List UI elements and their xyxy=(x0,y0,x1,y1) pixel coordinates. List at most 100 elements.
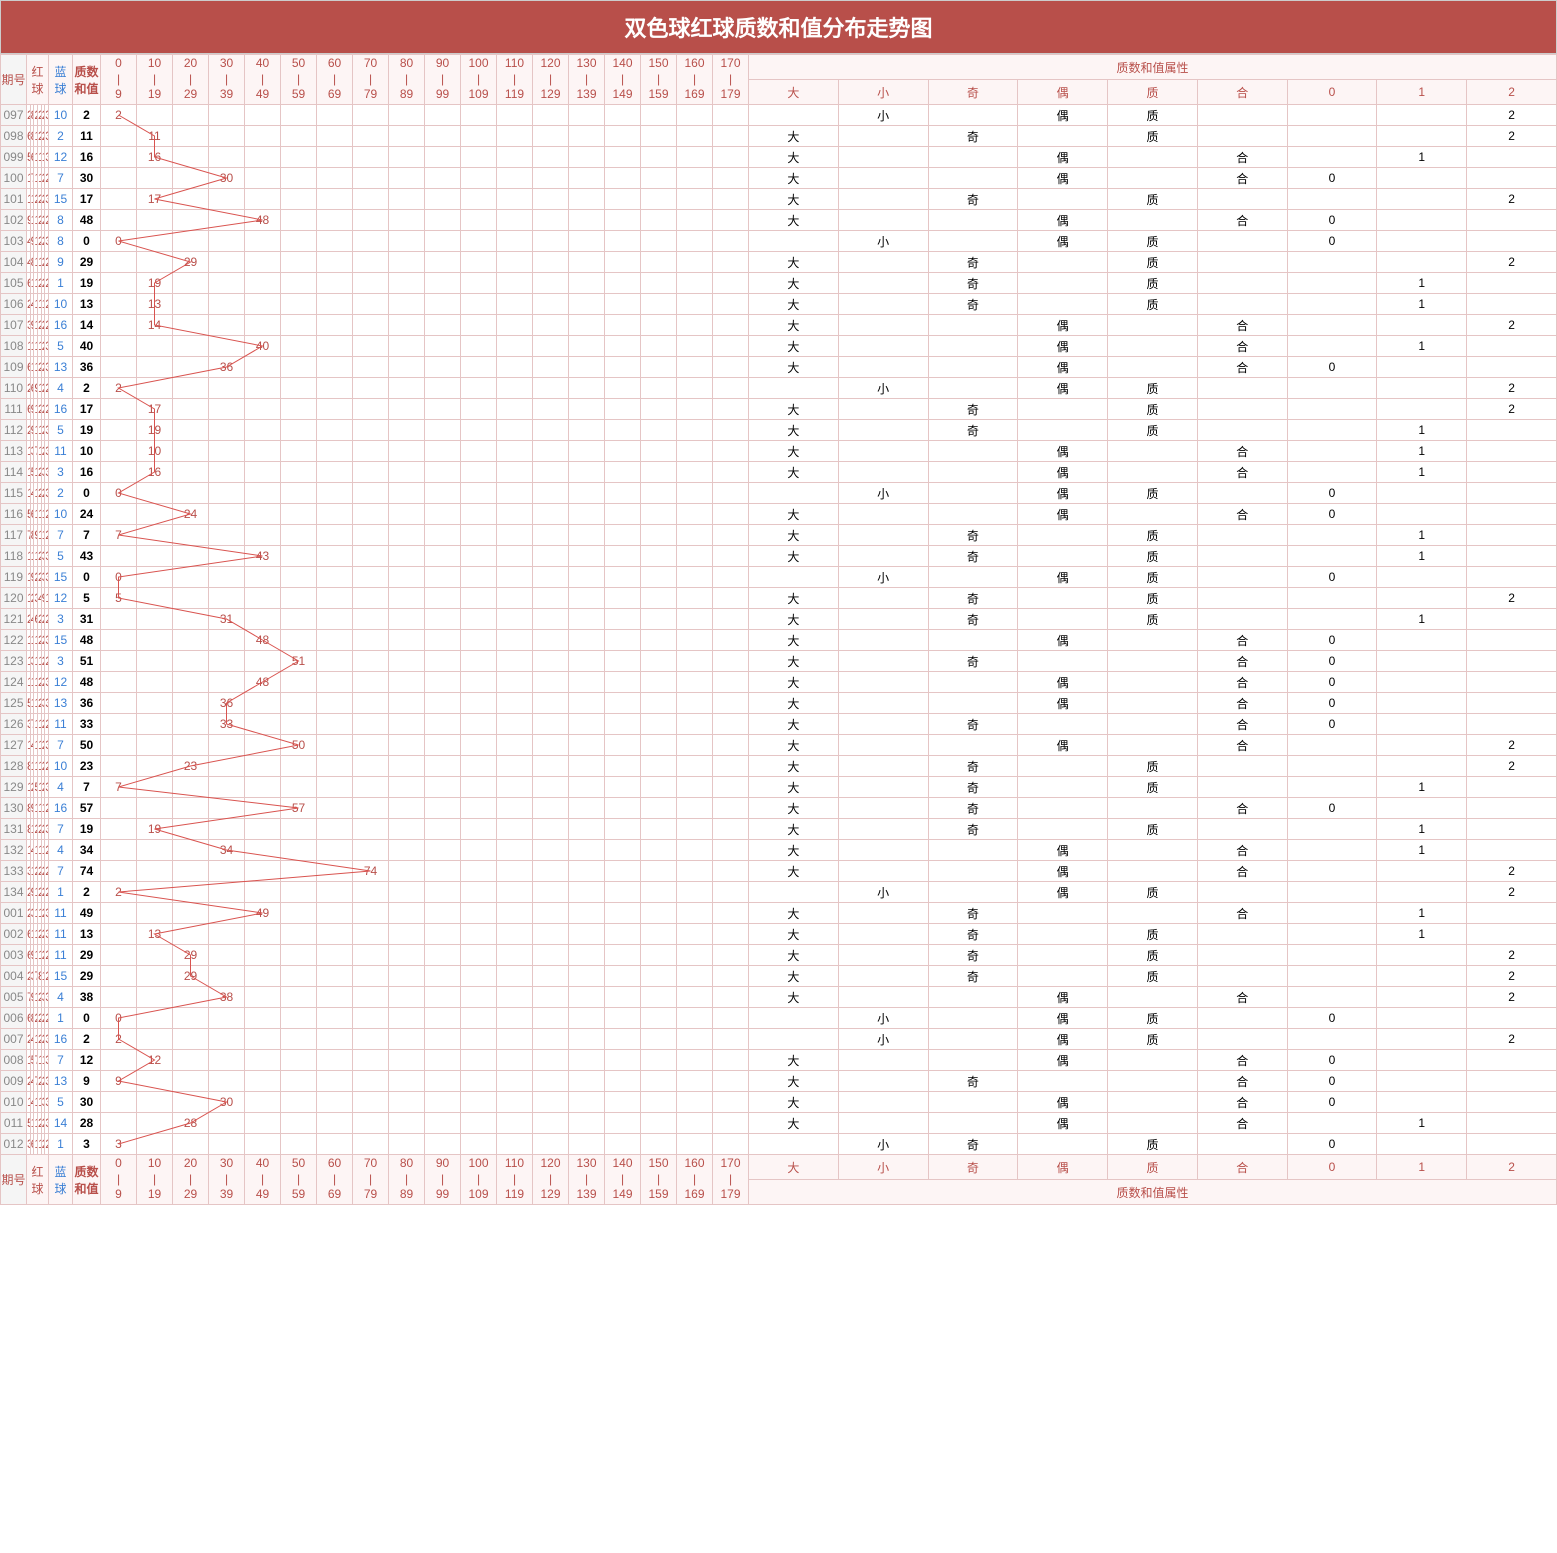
cell-bucket xyxy=(569,819,605,840)
cell-sum: 7 xyxy=(73,525,101,546)
cell-bucket: 9 xyxy=(101,1071,137,1092)
cell-bucket: 43 xyxy=(245,546,281,567)
cell-bucket xyxy=(389,546,425,567)
cell-bucket xyxy=(281,420,317,441)
cell-attr: 大 xyxy=(749,714,839,735)
cell-bucket xyxy=(389,168,425,189)
cell-bucket xyxy=(209,315,245,336)
cell-bucket xyxy=(533,1008,569,1029)
cell-bucket xyxy=(353,525,389,546)
cell-attr xyxy=(1467,546,1557,567)
cell-attr: 2 xyxy=(1467,399,1557,420)
cell-bucket xyxy=(605,1029,641,1050)
cell-bucket xyxy=(713,630,749,651)
cell-attr: 大 xyxy=(749,1113,839,1134)
cell-bucket: 14 xyxy=(137,315,173,336)
cell-bucket xyxy=(605,567,641,588)
cell-bucket xyxy=(497,945,533,966)
cell-attr xyxy=(1018,924,1108,945)
table-row: 1034910222832800小偶质0 xyxy=(1,231,1557,252)
cell-attr: 奇 xyxy=(928,1071,1018,1092)
cell-bucket xyxy=(641,1050,677,1071)
table-row: 1308911141729165757大奇合0 xyxy=(1,798,1557,819)
cell-attr: 小 xyxy=(838,378,928,399)
ftr-attr-2: 奇 xyxy=(928,1155,1018,1180)
cell-attr xyxy=(1197,1029,1287,1050)
table-row: 1151412202532200小偶质0 xyxy=(1,483,1557,504)
cell-attr xyxy=(1467,525,1557,546)
cell-attr: 合 xyxy=(1197,1113,1287,1134)
cell-attr: 大 xyxy=(749,819,839,840)
cell-bucket xyxy=(605,693,641,714)
cell-bucket xyxy=(389,672,425,693)
cell-attr: 奇 xyxy=(928,189,1018,210)
cell-attr xyxy=(1377,588,1467,609)
cell-attr: 合 xyxy=(1197,714,1287,735)
cell-bucket xyxy=(389,315,425,336)
cell-sum: 16 xyxy=(73,462,101,483)
cell-attr xyxy=(1108,441,1198,462)
cell-bucket xyxy=(425,273,461,294)
cell-bucket xyxy=(533,735,569,756)
cell-bucket xyxy=(713,861,749,882)
cell-bucket xyxy=(317,483,353,504)
cell-bucket xyxy=(173,651,209,672)
cell-bucket xyxy=(173,567,209,588)
cell-bucket xyxy=(209,378,245,399)
cell-bucket xyxy=(353,105,389,126)
cell-bucket xyxy=(641,693,677,714)
chart-area: 期号红球蓝球质数和值0|910|1920|2930|3940|4950|5960… xyxy=(0,54,1557,1205)
cell-bucket xyxy=(641,525,677,546)
cell-bucket xyxy=(245,1029,281,1050)
cell-attr: 大 xyxy=(749,1071,839,1092)
cell-bucket xyxy=(497,672,533,693)
cell-bucket xyxy=(317,231,353,252)
cell-attr xyxy=(838,1113,928,1134)
cell-bucket xyxy=(425,189,461,210)
cell-bucket xyxy=(173,1050,209,1071)
cell-bucket xyxy=(209,189,245,210)
cell-bucket xyxy=(137,168,173,189)
cell-bucket xyxy=(713,294,749,315)
cell-attr: 质 xyxy=(1108,588,1198,609)
cell-attr xyxy=(1467,210,1557,231)
cell-attr: 合 xyxy=(1197,210,1287,231)
cell-attr: 大 xyxy=(749,651,839,672)
hdr-bucket-14: 140|149 xyxy=(605,1155,641,1205)
cell-sum: 2 xyxy=(73,378,101,399)
cell-bucket xyxy=(173,441,209,462)
cell-bucket xyxy=(137,903,173,924)
cell-bucket xyxy=(605,378,641,399)
cell-bucket xyxy=(533,777,569,798)
cell-bucket xyxy=(605,1092,641,1113)
cell-bucket xyxy=(605,126,641,147)
cell-bucket xyxy=(353,210,389,231)
cell-attr xyxy=(1197,588,1287,609)
cell-attr xyxy=(1287,126,1377,147)
cell-period: 118 xyxy=(1,546,27,567)
hdr-period: 期号 xyxy=(1,1155,27,1205)
cell-bucket xyxy=(497,231,533,252)
cell-attr xyxy=(928,987,1018,1008)
cell-bucket xyxy=(569,168,605,189)
cell-blue: 2 xyxy=(49,483,73,504)
cell-bucket xyxy=(497,756,533,777)
cell-attr xyxy=(1467,609,1557,630)
cell-attr: 偶 xyxy=(1018,105,1108,126)
cell-attr xyxy=(838,420,928,441)
cell-bucket xyxy=(425,861,461,882)
cell-bucket xyxy=(461,672,497,693)
cell-bucket xyxy=(713,903,749,924)
cell-bucket xyxy=(461,441,497,462)
cell-attr: 合 xyxy=(1197,147,1287,168)
cell-bucket xyxy=(353,483,389,504)
cell-bucket xyxy=(209,462,245,483)
cell-bucket xyxy=(713,777,749,798)
cell-bucket xyxy=(353,357,389,378)
cell-bucket xyxy=(461,126,497,147)
cell-bucket xyxy=(713,1113,749,1134)
cell-attr: 0 xyxy=(1287,798,1377,819)
cell-attr: 大 xyxy=(749,924,839,945)
cell-bucket xyxy=(173,588,209,609)
cell-attr xyxy=(1018,546,1108,567)
